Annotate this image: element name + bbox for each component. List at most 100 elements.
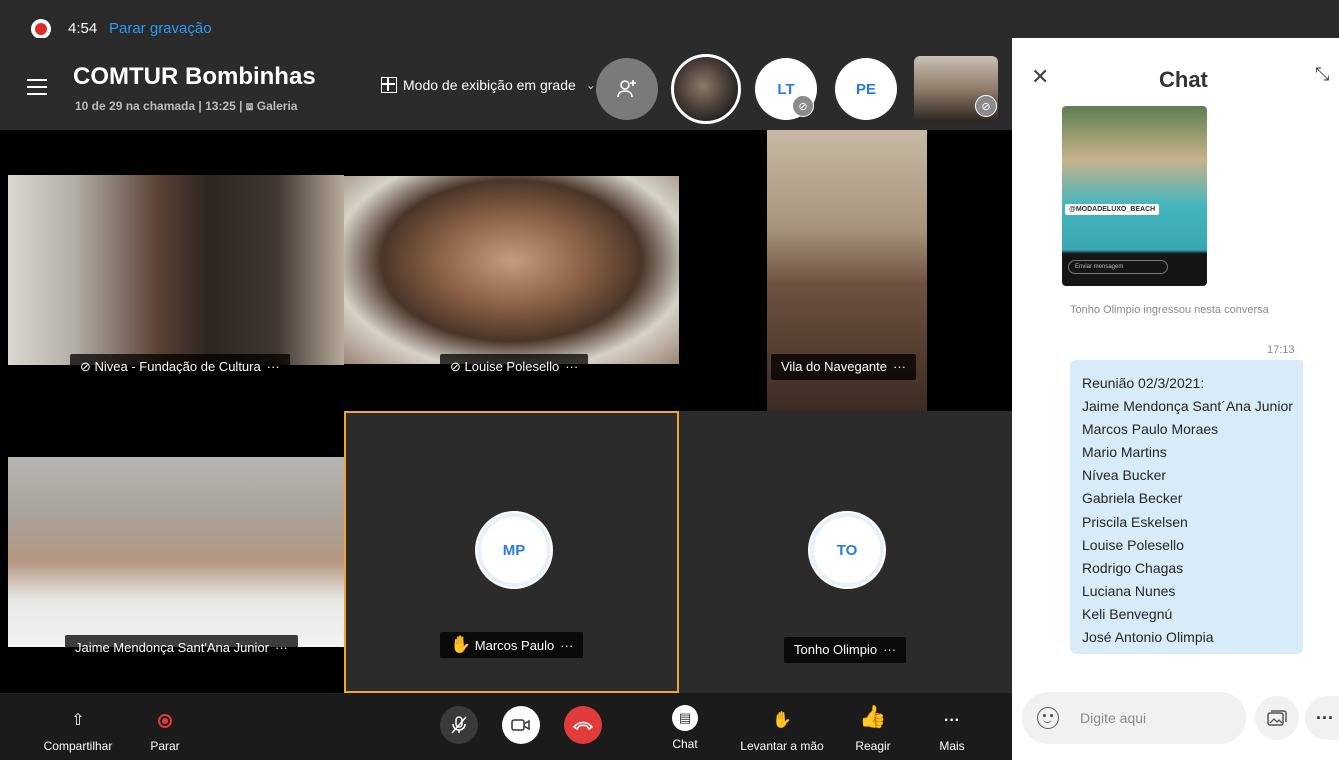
more-button[interactable]: ··· Mais [927, 711, 977, 753]
message-line: Mario Martins [1082, 444, 1167, 461]
muted-mic-icon: ⊘ [80, 359, 95, 374]
recording-time: 4:54 [68, 20, 98, 37]
video-tile-nivea[interactable]: ⊘ Nivea - Fundação de Cultura ··· [0, 130, 344, 411]
participant-name-label[interactable]: ⊘ Nivea - Fundação de Cultura ··· [70, 354, 290, 380]
skype-call-window: 4:54 Parar gravação COMTUR Bombinhas 10 … [0, 0, 1339, 760]
message-line: Jaime Mendonça Sant´Ana Junior [1082, 398, 1293, 415]
raised-hand-icon: ✋ [450, 635, 472, 654]
record-icon [140, 711, 190, 731]
chat-message-input[interactable] [1080, 707, 1230, 729]
recording-bar: 4:54 Parar gravação [0, 0, 1339, 39]
message-line: Reunião 02/3/2021: [1082, 375, 1205, 391]
participant-avatar-photo[interactable] [671, 54, 741, 124]
participant-name: Louise Polesello [464, 359, 560, 374]
hang-up-icon [572, 721, 594, 731]
video-feed [8, 175, 344, 365]
add-person-icon [617, 80, 636, 98]
participant-avatar: MP [477, 513, 551, 587]
emoji-icon[interactable] [1037, 707, 1059, 729]
expand-icon[interactable]: ⤡ [1315, 64, 1329, 85]
message-line: Priscila Eskelsen [1082, 513, 1188, 530]
more-options-icon[interactable]: ··· [565, 359, 578, 374]
muted-mic-icon: ⊘ [792, 95, 814, 117]
view-mode-dropdown[interactable]: Modo de exibição em grade ⌄ [381, 77, 596, 93]
more-options-icon[interactable]: ··· [267, 359, 280, 374]
mute-button[interactable] [440, 706, 478, 744]
mic-off-icon [451, 716, 467, 734]
more-label: Mais [939, 739, 965, 753]
stop-recording-button[interactable]: Parar [140, 711, 190, 753]
view-mode-label: Modo de exibição em grade [403, 77, 576, 93]
more-options-icon[interactable]: ··· [893, 359, 906, 374]
raise-hand-label: Levantar a mão [740, 739, 824, 753]
participant-name-label[interactable]: Tonho Olimpio ··· [784, 637, 907, 663]
participant-name-label[interactable]: Vila do Navegante ··· [771, 354, 917, 380]
chat-panel: ✕ Chat ⤡ @MODADELUXO_BEACH Enviar mensag… [1012, 38, 1339, 760]
video-feed [8, 457, 344, 647]
conversation-title: COMTUR Bombinhas [73, 63, 316, 90]
gallery-button[interactable] [1255, 696, 1299, 740]
image-message-box: Enviar mensagem [1068, 260, 1168, 274]
image-tag: @MODADELUXO_BEACH [1065, 204, 1160, 215]
more-options-icon[interactable]: ··· [275, 640, 288, 655]
avatar-initials: TO [836, 541, 858, 559]
message-line: Rodrigo Chagas [1082, 559, 1184, 576]
video-tile-louise[interactable]: ⊘ Louise Polesello ··· [344, 130, 679, 411]
video-tile-marcos-paulo[interactable]: MP ✋ Marcos Paulo ··· [344, 411, 679, 693]
more-options-icon[interactable]: ··· [883, 642, 896, 657]
stop-label: Parar [150, 739, 180, 753]
system-message: Tonho Olimpio ingressou nesta conversa [1070, 304, 1269, 316]
video-feed [344, 176, 679, 364]
muted-mic-icon: ⊘ [975, 95, 997, 117]
more-options-icon[interactable]: ··· [560, 638, 573, 653]
hand-icon: ✋ [772, 712, 792, 729]
message-line: Gabriela Becker [1082, 490, 1183, 507]
call-subtitle: 10 de 29 na chamada | 13:25 | ⧈ Galeria [75, 99, 298, 113]
camera-icon [511, 719, 530, 731]
participant-name-label[interactable]: Jaime Mendonça Sant'Ana Junior ··· [65, 635, 298, 661]
more-options-icon[interactable]: ··· [1305, 696, 1339, 740]
participant-name: Jaime Mendonça Sant'Ana Junior [75, 640, 269, 655]
close-icon[interactable]: ✕ [1031, 64, 1049, 90]
chat-message-bubble[interactable]: Reunião 02/3/2021: Jaime Mendonça Sant´A… [1070, 360, 1303, 654]
chat-button[interactable]: ▤ Chat [662, 705, 708, 751]
message-line: Marcos Paulo Moraes [1082, 421, 1219, 438]
message-line: Keli Benvegnú [1082, 605, 1173, 622]
menu-icon[interactable] [27, 79, 47, 95]
video-tile-vila-navegante[interactable]: Vila do Navegante ··· [679, 130, 1012, 411]
avatar-initials: MP [502, 541, 526, 559]
thumbs-up-icon: 👍 [859, 704, 887, 729]
participant-name-label[interactable]: ✋ Marcos Paulo ··· [440, 632, 584, 658]
participant-name: Marcos Paulo [474, 638, 555, 653]
share-label: Compartilhar [43, 739, 113, 753]
video-toggle-button[interactable] [502, 706, 540, 744]
avatar-initials: LT [777, 80, 795, 98]
chat-label: Chat [672, 737, 698, 751]
chat-icon: ▤ [672, 705, 698, 731]
participant-avatar-pe[interactable]: PE [835, 58, 897, 120]
message-line: Nívea Bucker [1082, 467, 1167, 484]
share-button[interactable]: ⇧ Compartilhar [34, 711, 122, 753]
participant-name: Vila do Navegante [781, 359, 888, 374]
shared-image[interactable]: @MODADELUXO_BEACH Enviar mensagem [1062, 106, 1207, 286]
muted-mic-icon: ⊘ [450, 359, 465, 374]
participant-avatar: TO [810, 513, 884, 587]
video-tile-jaime[interactable]: Jaime Mendonça Sant'Ana Junior ··· [0, 411, 344, 693]
more-icon: ··· [944, 712, 960, 729]
react-button[interactable]: 👍 Reagir [846, 704, 900, 754]
participant-name: Nivea - Fundação de Cultura [94, 359, 261, 374]
stop-recording-link[interactable]: Parar gravação [109, 20, 212, 37]
message-line: Luciana Nunes [1082, 582, 1176, 599]
react-label: Reagir [855, 739, 891, 753]
avatar-initials: PE [855, 80, 876, 98]
participant-name: Tonho Olimpio [794, 642, 878, 657]
video-tile-tonho-olimpio[interactable]: TO Tonho Olimpio ··· [679, 411, 1012, 693]
call-header: COMTUR Bombinhas 10 de 29 na chamada | 1… [0, 38, 1012, 130]
end-call-button[interactable] [564, 706, 602, 744]
call-toolbar: ⇧ Compartilhar Parar ▤ Chat ✋ Levantar a… [0, 693, 1012, 760]
image-gallery-icon [1267, 710, 1287, 726]
participant-name-label[interactable]: ⊘ Louise Polesello ··· [440, 354, 589, 380]
add-participant-button[interactable] [596, 58, 658, 120]
chat-title: Chat [1159, 67, 1208, 92]
raise-hand-button[interactable]: ✋ Levantar a mão [732, 711, 832, 753]
